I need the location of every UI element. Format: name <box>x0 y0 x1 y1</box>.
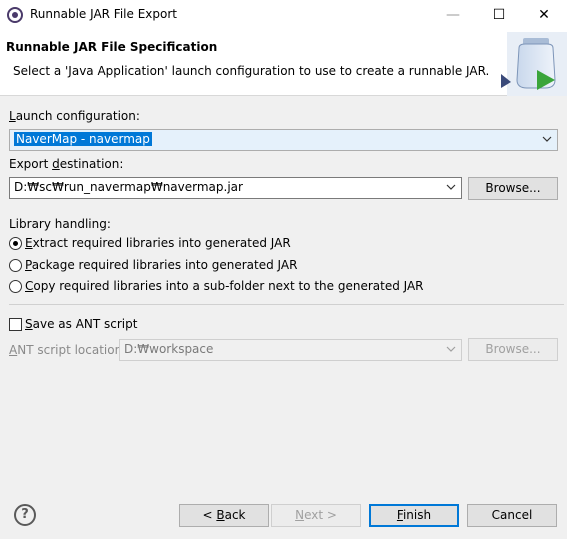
export-destination-label: Export destination: <box>9 157 124 171</box>
launch-configuration-select[interactable]: NaverMap - navermap <box>9 129 558 151</box>
chevron-down-icon <box>446 184 456 190</box>
export-browse-button[interactable]: Browse... <box>468 177 558 200</box>
maximize-button[interactable]: ☐ <box>476 0 522 30</box>
wizard-header: Runnable JAR File Specification Select a… <box>0 30 567 96</box>
export-destination-input[interactable]: D:₩sc₩run_navermap₩navermap.jar <box>9 177 462 199</box>
jar-export-banner-icon <box>501 32 567 96</box>
save-ant-script-label[interactable]: Save as ANT script <box>25 317 137 331</box>
separator <box>9 304 564 305</box>
package-libraries-radio[interactable] <box>9 259 22 272</box>
library-handling-label: Library handling: <box>9 217 111 231</box>
cancel-button[interactable]: Cancel <box>467 504 557 527</box>
copy-libraries-radio[interactable] <box>9 280 22 293</box>
close-button[interactable]: ✕ <box>521 0 567 30</box>
extract-libraries-radio[interactable] <box>9 237 22 250</box>
copy-libraries-label[interactable]: Copy required libraries into a sub-folde… <box>25 279 424 293</box>
launch-configuration-label: Launch configuration: <box>9 109 140 123</box>
ant-script-location-input[interactable]: D:₩workspace <box>119 339 462 361</box>
next-button[interactable]: Next > <box>271 504 361 527</box>
export-destination-value: D:₩sc₩run_navermap₩navermap.jar <box>14 180 243 194</box>
package-libraries-label[interactable]: Package required libraries into generate… <box>25 258 297 272</box>
back-button[interactable]: < Back <box>179 504 269 527</box>
eclipse-app-icon <box>7 7 23 23</box>
extract-libraries-label[interactable]: Extract required libraries into generate… <box>25 236 291 250</box>
save-ant-script-checkbox[interactable] <box>9 318 22 331</box>
launch-configuration-value: NaverMap - navermap <box>14 132 152 146</box>
ant-script-location-label: ANT script location: <box>9 343 127 357</box>
help-icon[interactable]: ? <box>14 504 36 526</box>
finish-button[interactable]: Finish <box>369 504 459 527</box>
chevron-down-icon <box>446 346 456 352</box>
ant-browse-button[interactable]: Browse... <box>468 338 558 361</box>
title-bar: Runnable JAR File Export — ☐ ✕ <box>0 0 567 30</box>
chevron-down-icon <box>542 136 552 142</box>
window-title: Runnable JAR File Export <box>30 7 177 21</box>
minimize-button[interactable]: — <box>430 0 476 30</box>
ant-script-location-value: D:₩workspace <box>124 342 214 356</box>
page-description: Select a 'Java Application' launch confi… <box>13 64 490 78</box>
page-title: Runnable JAR File Specification <box>6 40 218 54</box>
